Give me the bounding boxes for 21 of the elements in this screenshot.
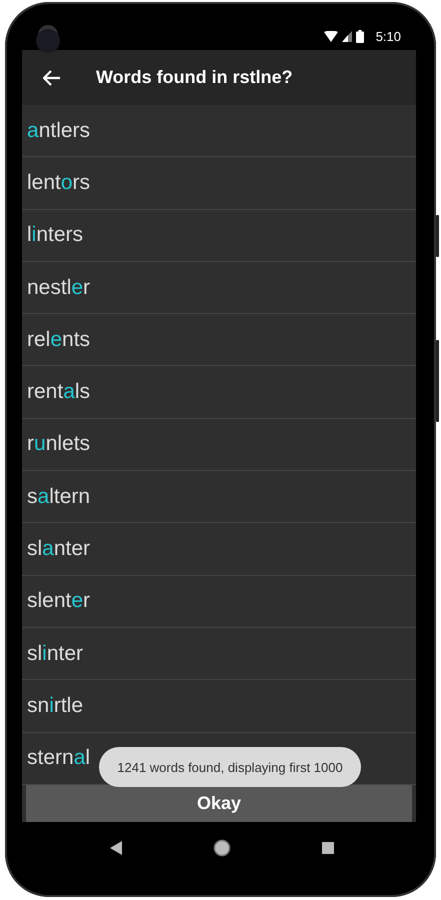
app-title: Words found in rstlne?	[96, 67, 293, 88]
home-nav-icon[interactable]	[213, 839, 231, 857]
word-item[interactable]: linters	[22, 210, 416, 262]
word-item[interactable]: rentals	[22, 366, 416, 419]
back-nav-icon[interactable]	[110, 841, 122, 855]
word-item[interactable]: nestler	[22, 262, 416, 314]
word-item[interactable]: runlets	[22, 418, 416, 472]
wifi-icon	[324, 30, 338, 42]
word-item[interactable]: antlers	[22, 105, 416, 158]
toast-message: 1241 words found, displaying first 1000	[99, 747, 361, 787]
status-time: 5:10	[376, 28, 401, 44]
word-item[interactable]: snirtle	[22, 680, 416, 733]
word-item[interactable]: slinter	[22, 628, 416, 680]
word-item[interactable]: lentors	[22, 157, 416, 210]
word-item[interactable]: relents	[22, 314, 416, 366]
word-item[interactable]: saltern	[22, 471, 416, 524]
battery-icon	[356, 30, 364, 42]
word-item[interactable]: slenter	[22, 576, 416, 628]
okay-button[interactable]: Okay	[26, 785, 412, 822]
word-item[interactable]: slanter	[22, 523, 416, 576]
signal-icon	[342, 30, 352, 42]
